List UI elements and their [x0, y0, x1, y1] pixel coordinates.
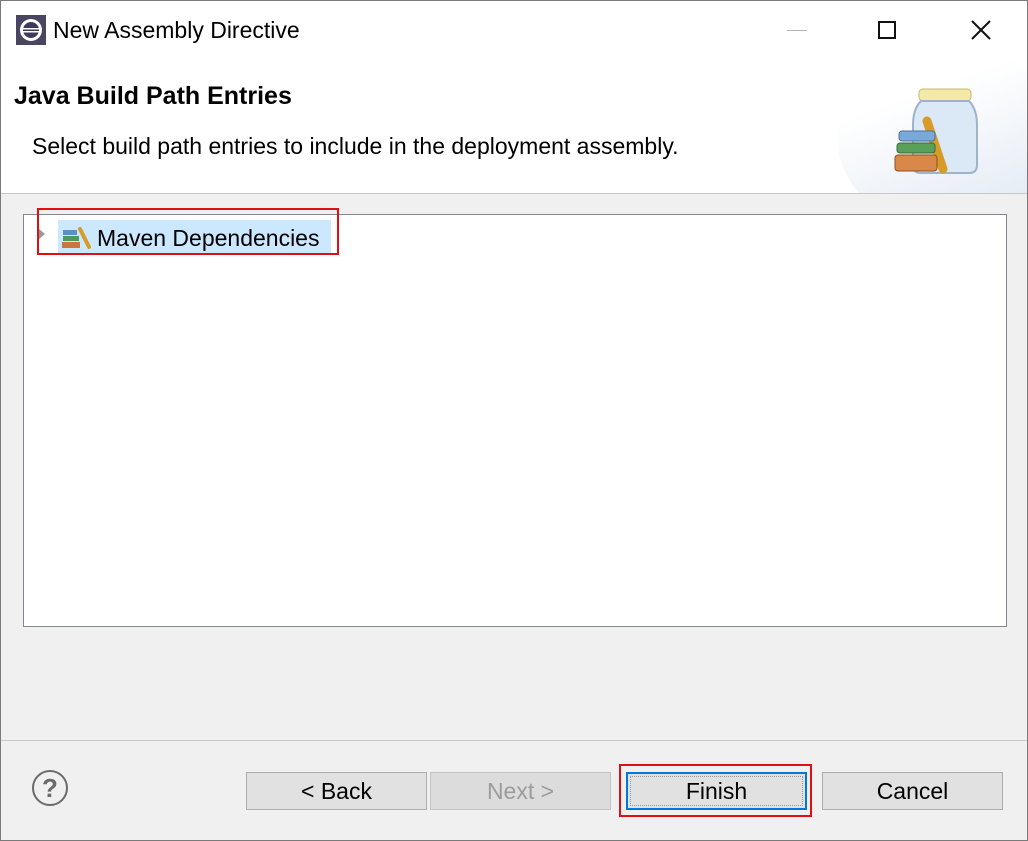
next-button-label: Next > — [486, 777, 555, 804]
next-button: Next > — [430, 772, 611, 810]
back-button[interactable]: < Back — [246, 772, 427, 810]
annotation-highlight-finish — [619, 764, 812, 817]
cancel-button[interactable]: Cancel — [822, 772, 1003, 810]
cancel-button-label: Cancel — [876, 777, 949, 804]
minimize-icon — [787, 29, 807, 31]
maximize-button[interactable] — [857, 1, 917, 59]
build-path-tree[interactable]: Maven Dependencies — [23, 214, 1007, 627]
footer-divider — [1, 740, 1027, 741]
library-jar-icon — [894, 88, 978, 174]
window-title: New Assembly Directive — [53, 17, 300, 43]
page-title: Java Build Path Entries — [14, 82, 292, 110]
close-icon — [971, 20, 991, 40]
eclipse-app-icon — [16, 15, 46, 45]
maximize-icon — [878, 21, 896, 39]
wizard-header: Java Build Path Entries Select build pat… — [1, 61, 1027, 194]
dialog-window: New Assembly Directive Java Build Path E… — [0, 0, 1028, 841]
title-bar: New Assembly Directive — [1, 1, 1027, 61]
minimize-button[interactable] — [767, 1, 827, 59]
back-button-label: < Back — [301, 777, 372, 804]
help-icon[interactable]: ? — [32, 770, 68, 806]
close-button[interactable] — [951, 1, 1011, 59]
page-description: Select build path entries to include in … — [32, 133, 679, 159]
annotation-highlight-tree-item — [37, 208, 339, 255]
